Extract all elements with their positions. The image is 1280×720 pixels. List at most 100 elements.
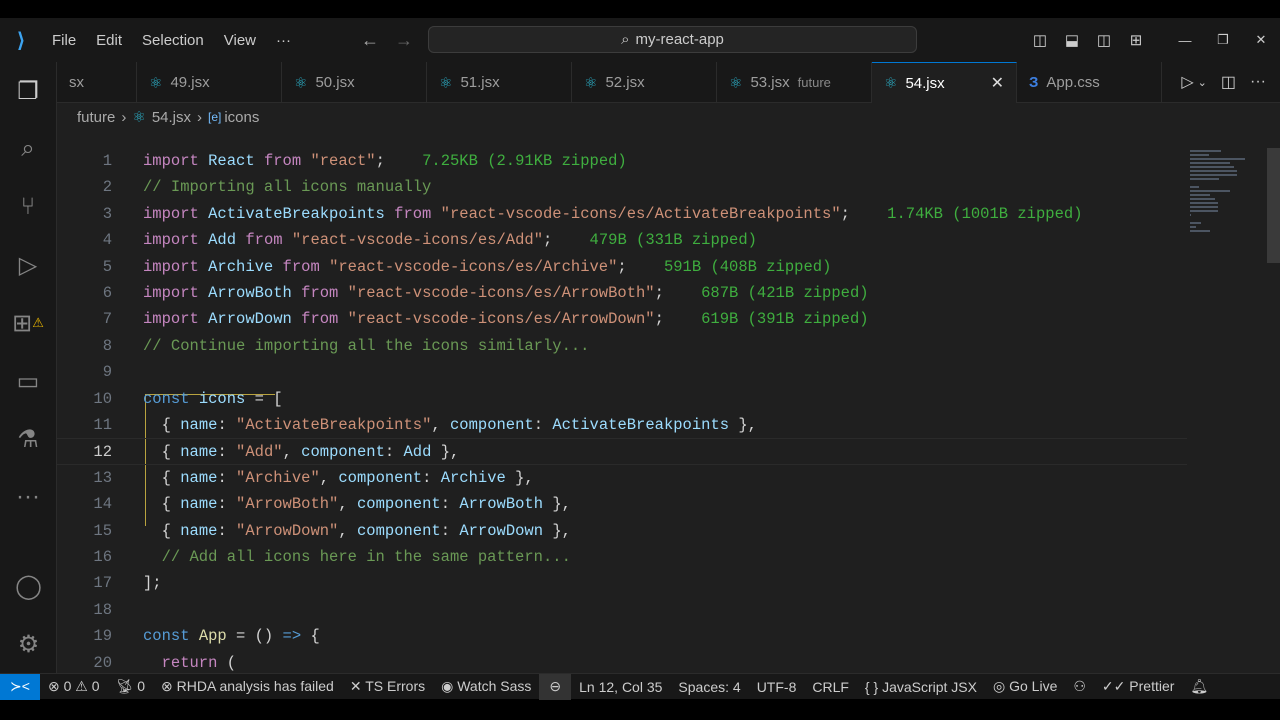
search-label: my-react-app [635,31,724,48]
code-line[interactable]: 16 // Add all icons here in the same pat… [57,544,1187,570]
code-token: return [143,653,227,672]
code-line[interactable]: 18 [57,597,1187,623]
tab-50[interactable]: ⚛ 50.jsx [282,62,427,103]
settings-gear-icon[interactable]: ⚙ [0,615,57,673]
toggle-secondary-sidebar-icon[interactable]: ◫ [1088,31,1120,49]
remote-explorer-icon[interactable]: ▭ [0,352,56,410]
more-actions-icon[interactable]: ··· [1250,73,1266,91]
code-line[interactable]: 8 // Continue importing all the icons sim… [57,333,1187,359]
breadcrumb-symbol[interactable]: icons [224,109,259,126]
toggle-sidebar-icon[interactable]: ◫ [1024,31,1056,49]
rhda-status[interactable]: ⊗ RHDA analysis has failed [153,678,342,695]
code-token: ; [840,204,850,223]
tab-49[interactable]: ⚛ 49.jsx [137,62,282,103]
menu-file[interactable]: File [42,32,86,49]
testing-icon[interactable]: ⚗ [0,410,56,468]
breadcrumb-folder[interactable]: future [77,109,115,126]
code-token: , [431,416,450,434]
code-line[interactable]: 20 return ( [57,650,1187,673]
cursor-position[interactable]: Ln 12, Col 35 [571,679,670,695]
go-live-button[interactable]: ◎ Go Live [985,678,1065,695]
code-line[interactable]: 13 { name: "Archive", component: Archive… [57,465,1187,491]
code-line[interactable]: 2 // Importing all icons manually [57,174,1187,200]
run-icon[interactable]: ▷ [1181,72,1193,92]
zoom-out-icon[interactable]: ⊖ [539,673,572,700]
code-line[interactable]: 19 const App = () => { [57,623,1187,649]
code-line[interactable]: 17]; [57,570,1187,596]
code-line[interactable]: 6 import ArrowBoth from "react-vscode-ico… [57,280,1187,306]
code-token: { [143,416,181,434]
code-token: ; [375,152,385,170]
line-number: 13 [93,468,112,487]
problems-indicator[interactable]: ⊗ 0 ⚠ 0 [40,678,108,695]
ts-errors-status[interactable]: ✕ TS Errors [342,678,433,695]
minimap-line [1190,194,1211,196]
code-line[interactable]: 10 const icons = [ [57,386,1187,412]
command-center-search[interactable]: ⌕ my-react-app [428,26,917,53]
run-dropdown-chevron-icon[interactable]: ⌄ [1198,76,1207,89]
tab-partial[interactable]: sx [57,62,137,103]
indentation[interactable]: Spaces: 4 [670,679,748,695]
watch-sass-button[interactable]: ◉ Watch Sass [433,678,539,695]
code-line[interactable]: 11 { name: "ActivateBreakpoints", compon… [57,412,1187,438]
tab-51[interactable]: ⚛ 51.jsx [427,62,572,103]
toggle-panel-icon[interactable]: ⬓ [1056,31,1088,49]
tab-app-css[interactable]: З App.css [1017,62,1162,103]
line-number: 12 [93,443,112,462]
menu-selection[interactable]: Selection [132,32,214,49]
prettier-status[interactable]: ✓✓ Prettier [1094,678,1182,695]
close-tab-icon[interactable]: ✕ [991,73,1004,93]
encoding[interactable]: UTF-8 [749,679,805,695]
code-token: Add [403,443,432,462]
code-line[interactable]: 4 import Add from "react-vscode-icons/es/… [57,227,1187,253]
breadcrumb-file[interactable]: 54.jsx [152,109,191,126]
code-editor[interactable]: 1 import React from "react"; 7.25KB (2.91… [57,130,1267,673]
tab-53[interactable]: ⚛ 53.jsx future [717,62,872,103]
line-ending[interactable]: CRLF [804,679,857,695]
search-view-icon[interactable]: ⌕ [0,120,56,178]
vertical-scrollbar[interactable] [1267,148,1280,263]
split-editor-icon[interactable]: ◫ [1221,72,1236,92]
accounts-icon[interactable]: ◯ [0,557,57,615]
code-content: { name: "Add", component: Add }, [143,439,460,465]
customize-layout-icon[interactable]: ⊞ [1120,31,1152,49]
code-content: import ActivateBreakpoints from "react-v… [143,201,1083,227]
tab-52[interactable]: ⚛ 52.jsx [572,62,717,103]
explorer-icon[interactable]: ❐ [0,62,56,120]
title-bar: ⟩ File Edit Selection View ··· ← → ⌕ my-… [0,18,1280,62]
minimize-button[interactable]: — [1166,33,1204,48]
minimap[interactable] [1190,148,1245,248]
remote-indicator-icon[interactable]: ≻< [0,673,40,700]
tab-label: App.css [1046,74,1100,91]
code-line[interactable]: 9 [57,359,1187,385]
code-line[interactable]: 12 { name: "Add", component: Add }, [57,438,1187,465]
code-line[interactable]: 3 import ActivateBreakpoints from "react-… [57,201,1187,227]
menu-more[interactable]: ··· [266,32,301,49]
code-line[interactable]: 14 { name: "ArrowBoth", component: Arrow… [57,491,1187,517]
line-number: 9 [102,363,112,382]
menu-view[interactable]: View [214,32,266,49]
code-line[interactable]: 5 import Archive from "react-vscode-icons… [57,254,1187,280]
extensions-icon[interactable]: ⊞ ⚠ [0,294,56,352]
code-token: : [440,495,460,514]
run-debug-icon[interactable]: ▷ [0,236,56,294]
menu-edit[interactable]: Edit [86,32,132,49]
more-views-icon[interactable]: ··· [0,468,56,526]
code-line[interactable]: 1 import React from "react"; 7.25KB (2.91… [57,148,1187,174]
line-number: 8 [102,336,112,355]
copilot-icon[interactable]: ⚇ [1065,678,1094,695]
language-mode[interactable]: { } JavaScript JSX [857,679,985,695]
notifications-bell-icon[interactable]: 🔔︎ [1182,678,1216,695]
breadcrumb: future › ⚛ 54.jsx › [e] icons [77,104,259,130]
code-line[interactable]: 7 import ArrowDown from "react-vscode-ico… [57,306,1187,332]
close-window-button[interactable]: ✕ [1242,32,1280,48]
tab-54-active[interactable]: ⚛ 54.jsx ✕ [872,62,1017,103]
code-token: "react-vscode-icons/es/ActivateBreakpoin… [440,204,841,223]
react-icon: ⚛ [884,75,898,92]
back-arrow-icon[interactable]: ← [361,30,379,51]
code-line[interactable]: 15 { name: "ArrowDown", component: Arrow… [57,518,1187,544]
restore-button[interactable]: ❐ [1204,32,1242,48]
forward-arrow-icon[interactable]: → [395,30,413,51]
ports-indicator[interactable]: 📡︎ 0 [108,678,153,695]
source-control-icon[interactable]: ⑂ [0,178,56,236]
